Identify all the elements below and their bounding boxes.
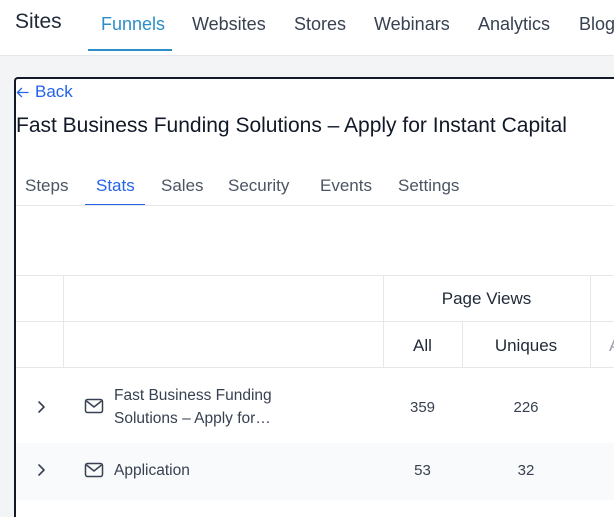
tabs-divider [16, 205, 614, 206]
table-header-divider [16, 321, 614, 322]
tab-security[interactable]: Security [228, 176, 289, 196]
nav-funnels[interactable]: Funnels [101, 14, 165, 35]
page-views-header: Page Views [441, 289, 532, 308]
column-header-all[interactable]: All [383, 336, 462, 356]
nav-active-indicator [88, 49, 172, 51]
nav-websites[interactable]: Websites [192, 14, 266, 35]
mail-icon [84, 462, 104, 478]
back-label: Back [35, 82, 73, 101]
column-divider [63, 275, 64, 367]
views-all: 359 [409, 399, 436, 416]
nav-analytics[interactable]: Analytics [478, 14, 550, 35]
nav-stores[interactable]: Stores [294, 14, 346, 35]
tab-steps[interactable]: Steps [25, 176, 68, 196]
step-name[interactable]: Fast Business Funding Solutions – Apply … [114, 384, 314, 430]
funnel-title: Fast Business Funding Solutions – Apply … [16, 114, 567, 137]
tab-stats[interactable]: Stats [96, 176, 135, 196]
views-all: 53 [414, 462, 431, 479]
arrow-left-icon [16, 87, 29, 97]
chevron-right-icon[interactable] [35, 463, 47, 477]
top-navigation-bar: Sites Funnels Websites Stores Webinars A… [0, 0, 614, 56]
nav-blog[interactable]: Blog [579, 14, 614, 35]
app-brand: Sites [15, 10, 62, 33]
tab-events[interactable]: Events [320, 176, 372, 196]
column-divider [590, 275, 591, 367]
back-link[interactable]: Back [16, 82, 73, 102]
views-uniques: 226 [513, 399, 539, 416]
step-name[interactable]: Application [114, 459, 314, 482]
mail-icon [84, 398, 104, 414]
column-header-partial: A [609, 336, 614, 356]
column-header-uniques[interactable]: Uniques [462, 336, 590, 356]
tab-settings[interactable]: Settings [398, 176, 459, 196]
table-border-top [16, 275, 614, 276]
views-uniques: 32 [517, 462, 535, 479]
tab-sales[interactable]: Sales [161, 176, 204, 196]
chevron-right-icon[interactable] [35, 400, 47, 414]
nav-webinars[interactable]: Webinars [374, 14, 450, 35]
